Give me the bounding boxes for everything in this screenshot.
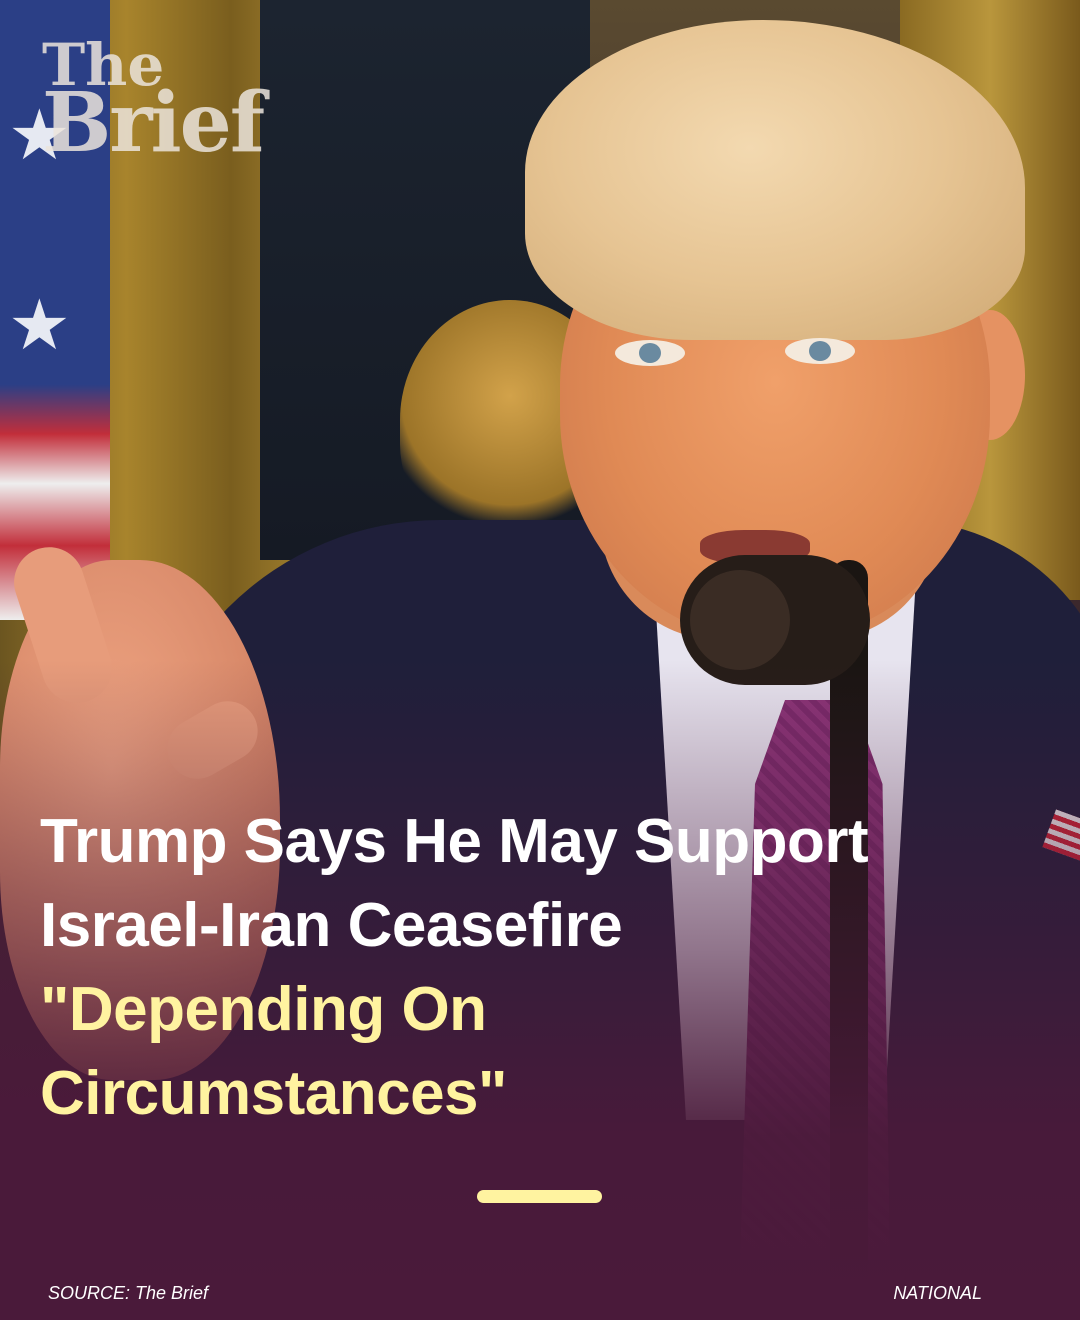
headline-quote-line-2: Circumstances"	[40, 1059, 507, 1128]
news-card: ★ ★ The Brief Trump Says He May Support …	[0, 0, 1080, 1320]
headline-line-1: Trump Says He May Support	[40, 807, 869, 876]
headline-quote-line-1: "Depending On	[40, 975, 487, 1044]
brand-logo: The Brief	[42, 36, 265, 171]
brand-logo-line2: Brief	[42, 74, 265, 171]
category-label: NATIONAL	[893, 1283, 982, 1303]
headline-line-2: Israel-Iran Ceasefire	[40, 891, 623, 960]
accent-divider	[477, 1190, 602, 1203]
headline: Trump Says He May Support Israel-Iran Ce…	[40, 800, 1000, 1136]
source-credit: SOURCE: The Brief	[48, 1283, 209, 1303]
